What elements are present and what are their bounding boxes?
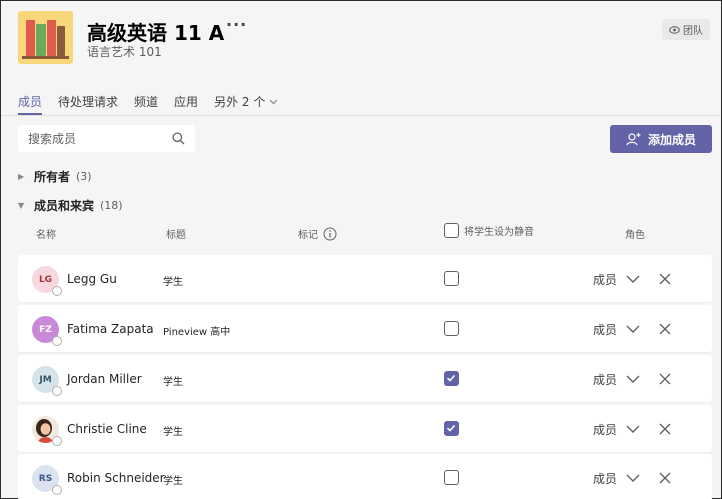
mute-checkbox[interactable] bbox=[444, 470, 459, 485]
mute-all-toggle[interactable]: 将学生设为静音 bbox=[444, 223, 534, 238]
column-role: 角色 bbox=[625, 230, 645, 241]
member-title: Pineview 高中 bbox=[163, 327, 231, 338]
tab-bar: 成员 待处理请求 频道 应用 另外 2 个 bbox=[18, 93, 294, 115]
column-mute: 将学生设为静音 bbox=[464, 227, 534, 238]
role-chevron-down-icon[interactable] bbox=[625, 268, 641, 288]
tab-channels[interactable]: 频道 bbox=[134, 93, 158, 115]
caret-right-icon: ▶ bbox=[18, 172, 25, 181]
search-icon bbox=[172, 132, 185, 145]
owners-count: (3) bbox=[76, 170, 92, 183]
tab-more[interactable]: 另外 2 个 bbox=[214, 93, 278, 115]
owners-group-label: 所有者 bbox=[34, 170, 71, 184]
tab-more-label: 另外 2 个 bbox=[214, 95, 266, 109]
chevron-down-icon bbox=[269, 99, 278, 104]
tab-members[interactable]: 成员 bbox=[18, 93, 43, 115]
add-member-button[interactable]: 添加成员 bbox=[610, 125, 712, 153]
eye-icon bbox=[669, 25, 680, 34]
member-row: FZ Fatima Zapata Pineview 高中 成员 bbox=[18, 305, 712, 352]
tab-apps[interactable]: 应用 bbox=[174, 93, 198, 115]
team-logo bbox=[18, 11, 73, 64]
column-title: 标题 bbox=[166, 230, 186, 241]
role-chevron-down-icon[interactable] bbox=[625, 368, 641, 388]
team-header: 高级英语 11 A ··· 语言艺术 101 团队 成员 待处理请求 频道 应用… bbox=[1, 1, 721, 116]
member-row: JM Jordan Miller 学生 成员 bbox=[18, 355, 712, 402]
member-name[interactable]: Legg Gu bbox=[67, 272, 117, 286]
member-title: 学生 bbox=[163, 476, 183, 487]
role-chevron-down-icon[interactable] bbox=[625, 467, 641, 487]
team-badge-label: 团队 bbox=[683, 26, 703, 37]
member-title: 学生 bbox=[163, 427, 183, 438]
presence-status-icon bbox=[52, 485, 62, 495]
presence-status-icon bbox=[52, 286, 62, 296]
mute-checkbox[interactable] bbox=[444, 321, 459, 336]
remove-member-icon[interactable] bbox=[658, 419, 672, 437]
team-title: 高级英语 11 A bbox=[87, 21, 225, 45]
team-subtitle: 语言艺术 101 bbox=[87, 45, 162, 59]
member-name[interactable]: Robin Schneider bbox=[67, 471, 165, 485]
presence-status-icon bbox=[52, 336, 62, 346]
presence-status-icon bbox=[52, 386, 62, 396]
add-person-icon bbox=[626, 133, 641, 146]
tab-pending-requests[interactable]: 待处理请求 bbox=[58, 93, 118, 115]
member-role[interactable]: 成员 bbox=[593, 470, 617, 487]
search-placeholder: 搜索成员 bbox=[28, 132, 77, 146]
role-chevron-down-icon[interactable] bbox=[625, 318, 641, 338]
add-member-label: 添加成员 bbox=[647, 132, 696, 147]
remove-member-icon[interactable] bbox=[658, 269, 672, 287]
member-row: RS Robin Schneider 学生 成员 bbox=[18, 454, 712, 499]
presence-status-icon bbox=[52, 436, 62, 446]
mute-checkbox[interactable] bbox=[444, 271, 459, 286]
remove-member-icon[interactable] bbox=[658, 369, 672, 387]
members-group-label: 成员和来宾 bbox=[34, 199, 95, 213]
checkmark-icon bbox=[446, 424, 456, 432]
team-badge: 团队 bbox=[662, 19, 710, 40]
mute-checkbox[interactable] bbox=[444, 421, 459, 436]
member-name[interactable]: Jordan Miller bbox=[67, 372, 142, 386]
members-group-toggle[interactable]: ▼ 成员和来宾 (18) bbox=[18, 197, 123, 214]
member-column-headers: 名称 标题 标记 将学生设为静音 角色 bbox=[1, 223, 721, 243]
info-icon[interactable] bbox=[323, 227, 337, 241]
role-chevron-down-icon[interactable] bbox=[625, 418, 641, 438]
mute-checkbox[interactable] bbox=[444, 371, 459, 386]
avatar[interactable]: LG bbox=[32, 266, 62, 296]
member-row: LG Legg Gu 学生 成员 bbox=[18, 255, 712, 302]
member-role[interactable]: 成员 bbox=[593, 321, 617, 338]
avatar-photo[interactable] bbox=[32, 416, 62, 446]
member-role[interactable]: 成员 bbox=[593, 371, 617, 388]
member-title: 学生 bbox=[163, 377, 183, 388]
member-title: 学生 bbox=[163, 277, 183, 288]
member-name[interactable]: Christie Cline bbox=[67, 422, 147, 436]
member-name[interactable]: Fatima Zapata bbox=[67, 322, 154, 336]
avatar[interactable]: FZ bbox=[32, 316, 62, 346]
column-tags: 标记 bbox=[298, 226, 337, 241]
search-members-input[interactable]: 搜索成员 bbox=[18, 125, 195, 152]
avatar[interactable]: JM bbox=[32, 366, 62, 396]
member-role[interactable]: 成员 bbox=[593, 271, 617, 288]
more-options-icon[interactable]: ··· bbox=[226, 15, 247, 34]
caret-down-icon: ▼ bbox=[18, 201, 25, 210]
mute-all-checkbox[interactable] bbox=[444, 223, 459, 238]
column-name: 名称 bbox=[36, 230, 56, 241]
owners-group-toggle[interactable]: ▶ 所有者 (3) bbox=[18, 168, 92, 185]
avatar[interactable]: RS bbox=[32, 465, 62, 495]
checkmark-icon bbox=[446, 374, 456, 382]
member-row: Christie Cline 学生 成员 bbox=[18, 405, 712, 452]
remove-member-icon[interactable] bbox=[658, 319, 672, 337]
members-count: (18) bbox=[100, 199, 123, 212]
remove-member-icon[interactable] bbox=[658, 468, 672, 486]
member-role[interactable]: 成员 bbox=[593, 421, 617, 438]
